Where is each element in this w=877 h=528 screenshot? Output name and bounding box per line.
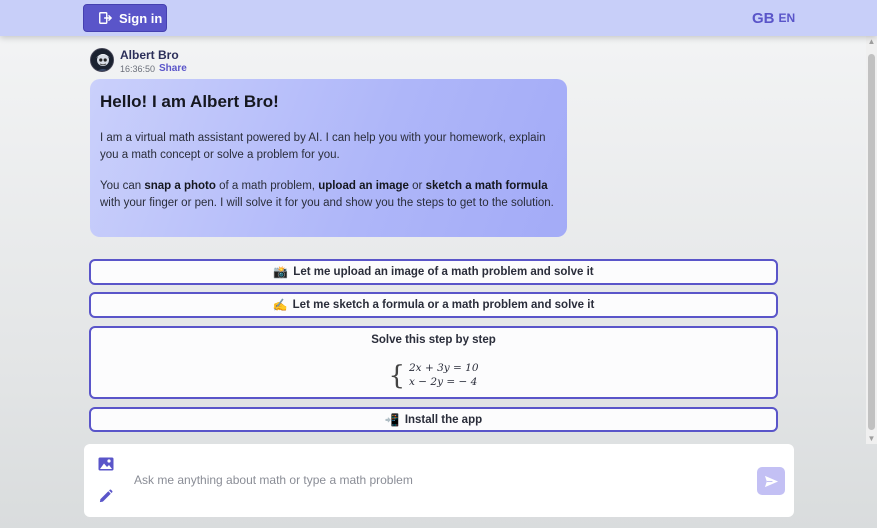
sign-in-icon [99,12,112,24]
solve-example-label: Solve this step by step [371,334,496,346]
pen-icon[interactable] [98,489,113,504]
sketch-formula-button[interactable]: ✍️ Let me sketch a formula or a math pro… [89,292,778,318]
welcome-intro: I am a virtual math assistant powered by… [100,132,546,161]
welcome-title: Hello! I am Albert Bro! [100,92,279,111]
brace-icon: { [388,360,405,391]
chat-input-bar [84,444,794,517]
scroll-thumb[interactable] [868,54,875,430]
send-icon [764,475,778,487]
solve-example-button[interactable]: Solve this step by step { 2x + 3y = 10 x… [89,326,778,399]
chat-input[interactable] [134,471,734,489]
upload-image-button[interactable]: 📸 Let me upload an image of a math probl… [89,259,778,285]
mobile-phone-icon: 📲 [384,412,400,427]
message-timestamp: 16:36:50 [120,64,156,74]
share-link[interactable]: Share [159,63,187,74]
flag-icon: GB [752,10,775,27]
sign-in-label: Sign in [119,10,163,26]
language-code: EN [778,11,796,25]
top-header: Sign in GB EN [0,0,877,36]
scroll-down-arrow-icon[interactable]: ▼ [866,433,877,444]
scroll-up-arrow-icon[interactable]: ▲ [866,36,877,47]
install-app-button[interactable]: 📲 Install the app [89,407,778,432]
sign-in-button[interactable]: Sign in [83,4,167,32]
install-app-label: Install the app [404,413,483,426]
upload-image-label: Let me upload an image of a math problem… [293,266,594,278]
sketch-formula-label: Let me sketch a formula or a math proble… [292,299,595,311]
camera-icon: 📸 [273,265,289,279]
language-selector[interactable]: GB EN [752,10,795,27]
equation-1: 2x + 3y = 10 [409,362,479,374]
welcome-message: Hello! I am Albert Bro! I am a virtual m… [90,79,567,237]
scrollbar[interactable]: ▲ ▼ [866,36,877,444]
send-button[interactable] [757,467,785,495]
equation-system: { 2x + 3y = 10 x − 2y = − 4 [388,362,478,389]
writing-hand-icon: ✍️ [272,298,288,312]
welcome-instructions: You can snap a photo of a math problem, … [100,180,554,209]
author-name: Albert Bro [120,48,179,62]
image-icon[interactable] [98,457,114,471]
equation-2: x − 2y = − 4 [409,376,478,388]
avatar [90,48,114,72]
